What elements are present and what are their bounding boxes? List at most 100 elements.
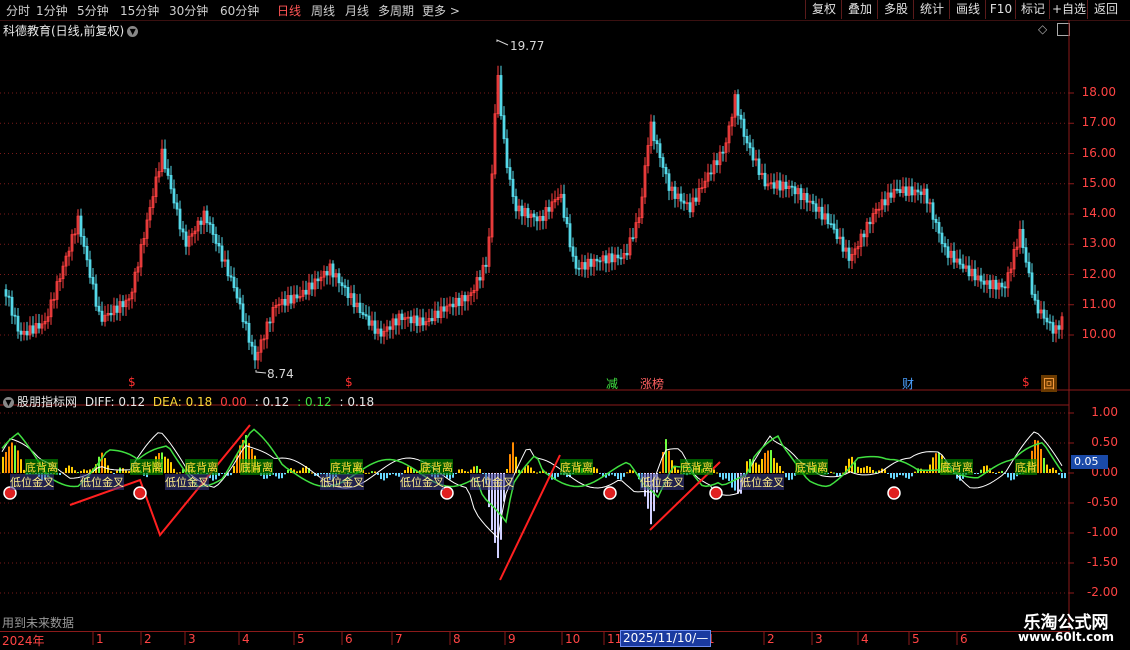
date-tick-label: 6 [960, 632, 968, 646]
macd-histogram-bar [287, 469, 289, 473]
event-marker[interactable]: 财 [902, 375, 914, 392]
event-marker[interactable]: 涨榜 [640, 375, 664, 392]
candle-body [625, 252, 629, 256]
macd-histogram-bar [1001, 470, 1003, 473]
candle-body [832, 223, 836, 230]
candle-body [982, 280, 986, 285]
candle-body [943, 243, 947, 248]
candle-body [994, 279, 998, 290]
golden-cross-label: 低位金叉 [740, 474, 784, 490]
candle-body [829, 223, 833, 226]
candle-body [19, 330, 23, 335]
event-marker[interactable]: $ [345, 375, 353, 389]
macd-histogram-bar [629, 469, 631, 473]
candle-body [778, 180, 782, 191]
candle-body [379, 328, 383, 337]
price-tick-label: 18.00 [1081, 85, 1116, 99]
event-marker[interactable]: $ [1022, 375, 1030, 389]
candle-body [115, 305, 119, 313]
candle-body [904, 186, 908, 196]
macd-histogram-bar [974, 473, 976, 474]
price-chart[interactable] [0, 0, 1130, 650]
macd-histogram-bar [1043, 457, 1045, 473]
candle-body [304, 289, 308, 295]
candle-body [1024, 247, 1028, 263]
candle-body [409, 316, 413, 324]
candle-body [436, 310, 440, 318]
candle-body [337, 273, 341, 284]
candle-body [208, 222, 212, 225]
candle-body [37, 323, 41, 329]
candle-body [361, 312, 365, 315]
macd-histogram-bar [860, 468, 862, 473]
candle-body [451, 303, 455, 308]
indicator-tick-label: -1.50 [1086, 555, 1118, 569]
macd-histogram-bar [788, 473, 790, 481]
candle-body [253, 345, 257, 361]
candle-body [121, 301, 125, 308]
macd-histogram-bar [470, 469, 472, 473]
event-marker[interactable]: 回 [1041, 375, 1058, 392]
macd-histogram-bar [518, 469, 520, 473]
candle-body [1000, 282, 1004, 288]
candle-body [547, 207, 551, 212]
candle-body [952, 250, 956, 263]
macd-histogram-bar [284, 473, 286, 475]
candle-body [793, 186, 797, 195]
candle-body [940, 232, 944, 244]
price-tick-label: 12.00 [1081, 266, 1116, 281]
indicator-tick-label: -1.00 [1086, 525, 1118, 539]
macd-histogram-bar [533, 471, 535, 473]
event-marker[interactable]: $ [128, 375, 136, 389]
candle-body [25, 330, 29, 336]
indicator-tick-label: -0.50 [1086, 495, 1118, 509]
dea-value: DEA: 0.18 [152, 395, 213, 409]
macd-histogram-bar [773, 458, 775, 473]
candle-body [664, 167, 668, 175]
candle-body [217, 243, 221, 247]
candle-body [673, 186, 677, 199]
candle-body [505, 138, 509, 168]
candle-body [214, 234, 218, 244]
date-tick-label: 4 [242, 632, 250, 646]
macd-histogram-bar [458, 469, 460, 473]
candle-body [562, 193, 566, 218]
candle-body [1021, 228, 1025, 249]
macd-histogram-bar [8, 446, 10, 473]
macd-histogram-bar [380, 473, 382, 480]
candle-body [7, 295, 11, 298]
candle-body [655, 140, 659, 145]
macd-histogram-bar [122, 468, 124, 473]
signal-ball-icon [133, 486, 147, 500]
macd-histogram-bar [926, 471, 928, 473]
chevron-down-icon[interactable]: ▼ [3, 397, 14, 408]
divergence-signal-label: 底背离 [420, 459, 453, 475]
candle-body [181, 228, 185, 233]
macd-histogram-bar [761, 458, 763, 473]
candle-body [508, 167, 512, 180]
candle-body [889, 192, 893, 198]
macd-histogram-bar [395, 473, 397, 476]
macd-histogram-bar [830, 471, 832, 473]
candle-body [679, 193, 683, 202]
macd-histogram-bar [464, 470, 466, 473]
macd-histogram-bar [407, 466, 409, 473]
candle-body [1036, 299, 1040, 314]
macd-histogram-bar [755, 462, 757, 473]
candle-body [937, 222, 941, 234]
macd-histogram-bar [368, 472, 370, 474]
candle-body [847, 247, 851, 261]
macd-histogram-bar [5, 452, 7, 473]
candle-body [790, 185, 794, 188]
date-tick-label: 8 [453, 632, 461, 646]
watermark-url: www.60lt.com [1017, 630, 1115, 644]
event-marker[interactable]: 减 [606, 375, 618, 392]
indicator-tick-label: -2.00 [1086, 585, 1118, 599]
macd-histogram-bar [1055, 469, 1057, 473]
candle-body [667, 173, 671, 191]
candle-body [1030, 272, 1034, 295]
candle-body [100, 310, 104, 322]
macd-histogram-bar [104, 458, 106, 473]
candle-body [511, 178, 515, 197]
indicator-value-4: : 0.18 [339, 395, 375, 409]
